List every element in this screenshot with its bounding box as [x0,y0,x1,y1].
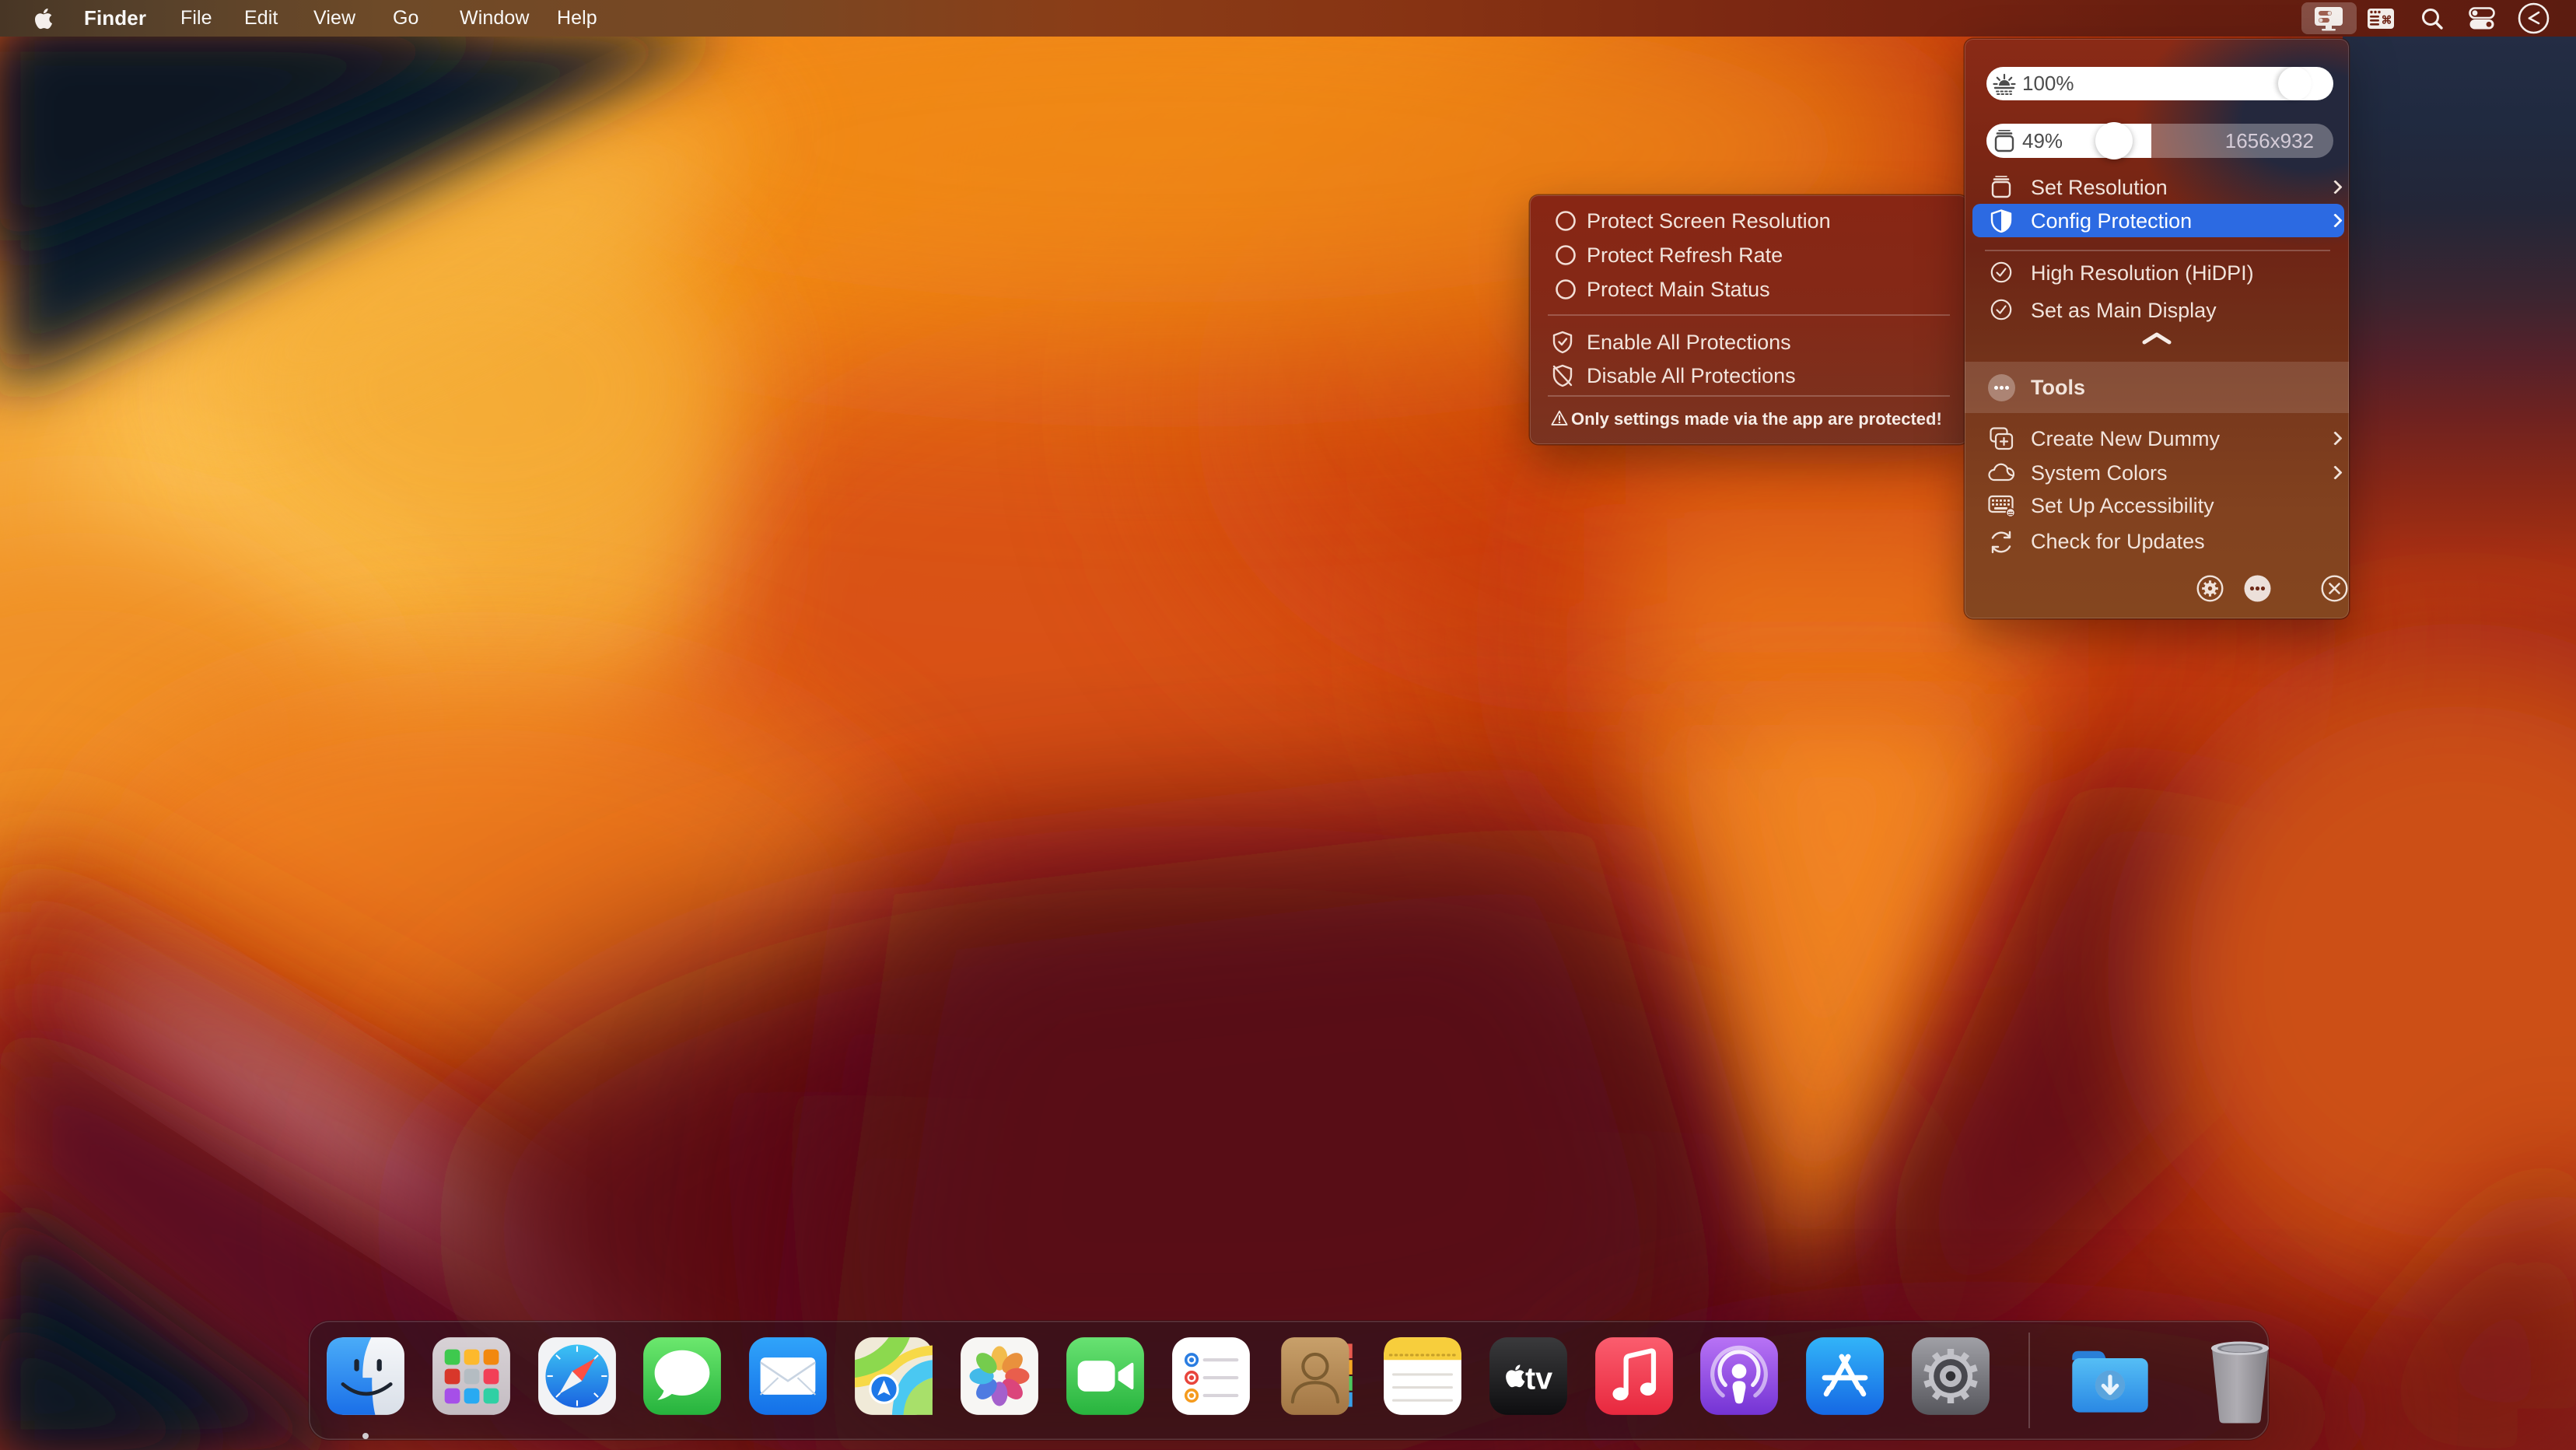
svg-text:⌘: ⌘ [2382,14,2392,26]
svg-text:tv: tv [1525,1362,1552,1396]
